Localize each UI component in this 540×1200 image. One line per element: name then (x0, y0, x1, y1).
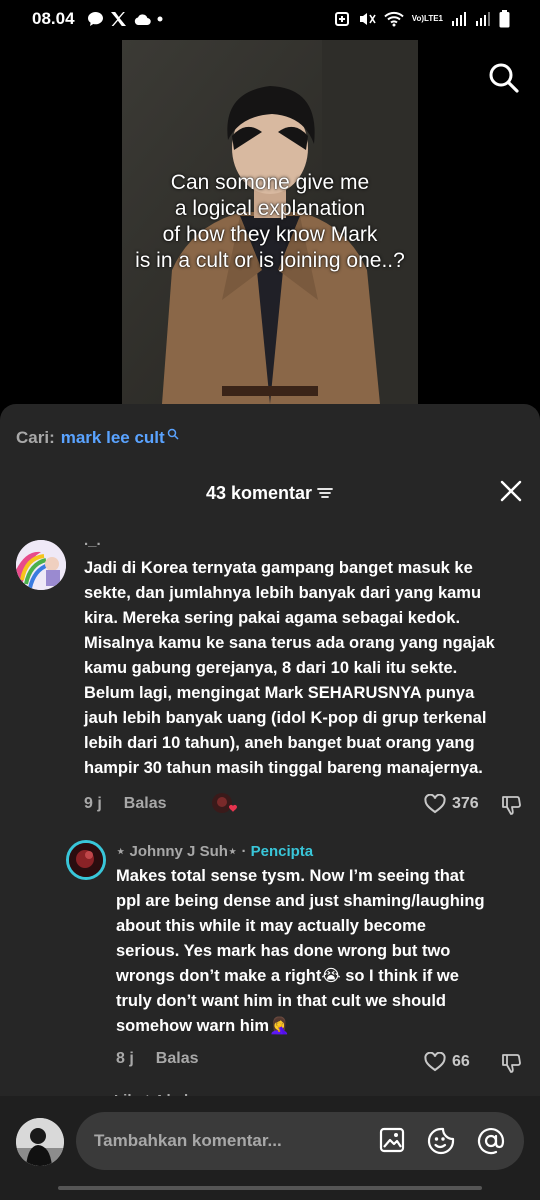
dislike-icon (502, 1054, 521, 1073)
signal-icon-2 (475, 11, 491, 27)
comment-input[interactable]: Tambahkan komentar... (76, 1112, 524, 1170)
video-caption: Can somone give me a logical explanation… (135, 171, 405, 272)
comments-count-title: 43 komentar (205, 482, 313, 503)
composer-actions (378, 1126, 506, 1156)
my-avatar-image (16, 1118, 64, 1166)
creator-avatar-image (69, 843, 103, 877)
sticker-icon[interactable] (426, 1126, 456, 1156)
reply-timestamp: 8 j (116, 1050, 134, 1067)
heart-icon (424, 1052, 446, 1072)
avatar-image (16, 540, 66, 590)
x-logo-icon (110, 11, 127, 27)
comment-timestamp: 9 j (84, 795, 102, 812)
close-button[interactable] (498, 478, 524, 504)
creator-badge: Pencipta (250, 843, 314, 860)
comment-username[interactable]: ._. (84, 532, 101, 549)
my-avatar (16, 1118, 64, 1166)
cloud-icon (133, 12, 151, 26)
reply-text: Makes total sense tysm. Now I’m seeing t… (116, 867, 485, 1035)
reply-dislike-button[interactable] (500, 1052, 522, 1079)
like-count: 376 (452, 795, 479, 812)
creator-liked-indicator (211, 792, 239, 816)
reply-meta: 8 j Balas (116, 1050, 199, 1068)
creator-avatar[interactable] (66, 840, 106, 880)
dislike-button[interactable] (500, 794, 522, 821)
image-icon[interactable] (378, 1126, 406, 1154)
reply-button[interactable]: Balas (124, 795, 167, 813)
reply-username[interactable]: ⋆ Johnny J Suh⋆ · (116, 843, 251, 860)
wifi-icon (384, 11, 404, 27)
close-icon (500, 480, 522, 502)
comment-text: Jadi di Korea ternyata gampang banget ma… (84, 559, 495, 777)
mute-icon (358, 11, 376, 27)
video-player[interactable]: Can somone give me a logical explanation… (122, 40, 418, 404)
lte-indicator: Vo) LTE1 (411, 14, 443, 23)
battery-icon (499, 10, 510, 28)
filter-icon[interactable] (316, 486, 334, 500)
home-indicator (58, 1186, 482, 1190)
search-icon (489, 63, 519, 93)
dislike-icon (502, 796, 521, 815)
alarm-icon (334, 11, 350, 27)
status-time: 08.04 (32, 9, 75, 28)
reply-comment-item: ⋆ Johnny J Suh⋆ · Pencipta Makes total s… (0, 836, 540, 1076)
search-button[interactable] (484, 58, 524, 98)
mention-icon[interactable] (476, 1126, 506, 1156)
comment-meta: 9 j Balas (84, 792, 239, 816)
comment-input-placeholder: Tambahkan komentar... (94, 1131, 282, 1150)
notification-dot-icon (157, 16, 163, 22)
comment-item: ._. Jadi di Korea ternyata gampang bange… (0, 532, 540, 822)
comments-header: 43 komentar (0, 478, 540, 508)
reply-username-row: ⋆ Johnny J Suh⋆ · Pencipta (116, 842, 313, 860)
like-button[interactable]: 376 (424, 794, 479, 814)
search-suggestion-label: Cari: (16, 428, 55, 447)
comment-composer: Tambahkan komentar... (0, 1096, 540, 1200)
reply-reply-button[interactable]: Balas (156, 1050, 199, 1068)
creator-liked-avatar-icon (211, 793, 237, 813)
status-bar: 08.04 Vo) LTE1 (0, 0, 540, 38)
search-suggestion-query[interactable]: mark lee cult (61, 428, 165, 448)
commenter-avatar[interactable] (16, 540, 66, 590)
search-small-icon (167, 428, 179, 440)
search-suggestion[interactable]: Cari: mark lee cult (16, 428, 179, 448)
reply-like-button[interactable]: 66 (424, 1052, 470, 1072)
heart-icon (424, 794, 446, 814)
reply-like-count: 66 (452, 1053, 470, 1070)
signal-icon (451, 11, 467, 27)
comments-sheet: Cari: mark lee cult 43 komentar ._. Jadi… (0, 404, 540, 1200)
chat-bubble-icon (87, 11, 104, 27)
